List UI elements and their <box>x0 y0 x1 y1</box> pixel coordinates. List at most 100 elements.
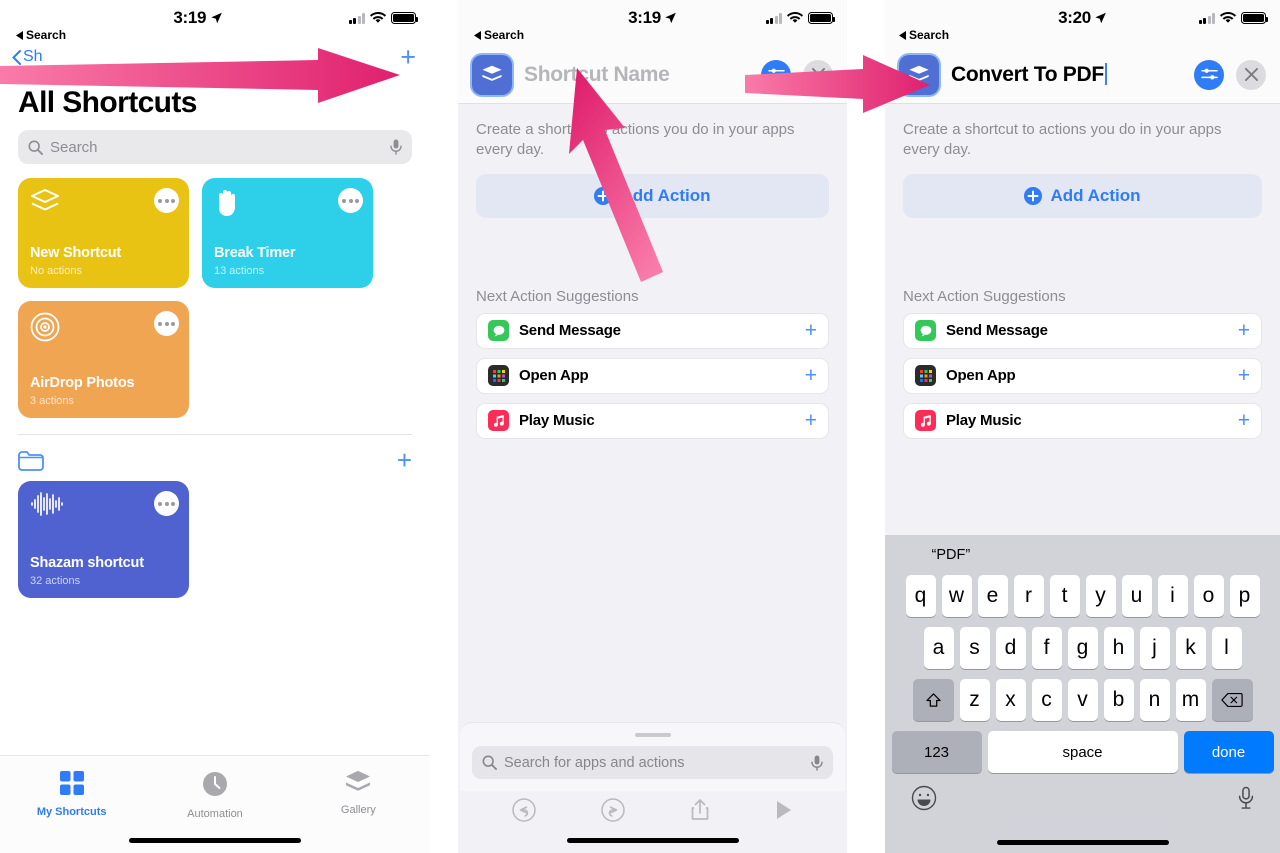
key-a[interactable]: a <box>923 627 954 669</box>
back-to-search-link[interactable]: Search <box>899 28 949 42</box>
close-x-icon[interactable] <box>1236 59 1266 90</box>
tab-bar: My Shortcuts Automation Gallery <box>0 755 430 853</box>
play-icon[interactable] <box>775 800 793 820</box>
close-x-icon[interactable] <box>803 59 833 90</box>
key-j[interactable]: j <box>1139 627 1170 669</box>
layers-stack-icon <box>346 770 371 791</box>
emoji-smiley-icon[interactable] <box>911 785 937 811</box>
shift-arrow-icon[interactable] <box>912 679 954 721</box>
key-r[interactable]: r <box>1013 575 1044 617</box>
suggestion-row[interactable]: Open App + <box>903 357 1262 394</box>
redo-icon[interactable] <box>601 798 625 822</box>
shortcut-name-value: Convert To PDF <box>951 62 1104 86</box>
card-more-button[interactable] <box>338 188 363 213</box>
shortcut-card[interactable]: Break Timer 13 actions <box>202 178 373 288</box>
page-title: All Shortcuts <box>18 86 197 119</box>
keyboard-row-1: q w e r t y u i o p <box>885 575 1280 617</box>
add-action-button[interactable]: Add Action <box>476 173 829 218</box>
backspace-icon[interactable] <box>1211 679 1253 721</box>
key-s[interactable]: s <box>959 627 990 669</box>
key-g[interactable]: g <box>1067 627 1098 669</box>
shortcut-name-input[interactable]: Convert To PDF <box>951 62 1182 87</box>
key-f[interactable]: f <box>1031 627 1062 669</box>
sliders-icon[interactable] <box>1194 59 1224 90</box>
add-shortcut-button[interactable]: + <box>400 44 416 71</box>
key-c[interactable]: c <box>1031 679 1062 721</box>
add-suggestion-button[interactable]: + <box>1238 410 1250 431</box>
key-space[interactable]: space <box>987 731 1178 773</box>
key-p[interactable]: p <box>1229 575 1260 617</box>
key-k[interactable]: k <box>1175 627 1206 669</box>
suggestion-row[interactable]: Send Message + <box>476 312 829 349</box>
card-more-button[interactable] <box>154 188 179 213</box>
keyboard-row-4: 123 space done <box>885 731 1280 773</box>
sheet-grabber[interactable] <box>634 733 671 737</box>
key-h[interactable]: h <box>1103 627 1134 669</box>
card-subtitle: No actions <box>30 265 82 277</box>
wifi-icon <box>370 12 386 23</box>
hand-raised-icon <box>219 190 235 216</box>
back-to-search-link[interactable]: Search <box>16 28 66 42</box>
search-input[interactable]: Search <box>18 130 412 164</box>
share-icon[interactable] <box>690 798 710 822</box>
key-m[interactable]: m <box>1175 679 1206 721</box>
shortcut-card[interactable]: Shazam shortcut 32 actions <box>18 481 189 598</box>
undo-icon[interactable] <box>512 798 537 822</box>
shortcut-name-input[interactable]: Shortcut Name <box>524 63 749 87</box>
card-subtitle: 13 actions <box>214 265 265 277</box>
add-suggestion-button[interactable]: + <box>1238 320 1250 341</box>
key-q[interactable]: q <box>905 575 936 617</box>
key-done[interactable]: done <box>1183 731 1274 773</box>
key-w[interactable]: w <box>941 575 972 617</box>
add-action-label: Add Action <box>620 185 711 205</box>
shortcut-card[interactable]: New Shortcut No actions <box>18 178 189 288</box>
add-suggestion-button[interactable]: + <box>805 410 817 431</box>
key-y[interactable]: y <box>1085 575 1116 617</box>
cellular-bars-icon <box>348 12 365 24</box>
back-to-search-link[interactable]: Search <box>474 28 524 42</box>
add-suggestion-button[interactable]: + <box>1238 365 1250 386</box>
tab-gallery[interactable]: Gallery <box>287 756 430 853</box>
card-more-button[interactable] <box>154 491 179 516</box>
add-folder-shortcut-button[interactable]: + <box>397 447 412 473</box>
shortcut-layers-icon[interactable] <box>472 54 512 95</box>
shortcut-card[interactable]: AirDrop Photos 3 actions <box>18 301 189 418</box>
key-i[interactable]: i <box>1157 575 1188 617</box>
key-t[interactable]: t <box>1049 575 1080 617</box>
key-v[interactable]: v <box>1067 679 1098 721</box>
key-e[interactable]: e <box>977 575 1008 617</box>
editor-header: Convert To PDF <box>885 46 1280 104</box>
key-b[interactable]: b <box>1103 679 1134 721</box>
key-z[interactable]: z <box>959 679 990 721</box>
action-search-input[interactable]: Search for apps and actions <box>472 746 833 779</box>
wifi-icon <box>787 12 803 23</box>
suggestion-row[interactable]: Play Music + <box>476 402 829 439</box>
shortcut-layers-icon[interactable] <box>899 54 939 95</box>
microphone-icon[interactable] <box>390 139 402 155</box>
folder-icon[interactable] <box>18 450 44 471</box>
suggestion-row[interactable]: Send Message + <box>903 312 1262 349</box>
key-o[interactable]: o <box>1193 575 1224 617</box>
tab-my-shortcuts[interactable]: My Shortcuts <box>0 756 143 853</box>
suggestion-row[interactable]: Play Music + <box>903 402 1262 439</box>
key-x[interactable]: x <box>995 679 1026 721</box>
microphone-icon[interactable] <box>1238 786 1254 810</box>
add-suggestion-button[interactable]: + <box>805 320 817 341</box>
microphone-icon[interactable] <box>811 755 823 771</box>
suggestions-title: Next Action Suggestions <box>903 287 1066 305</box>
add-action-button[interactable]: Add Action <box>903 173 1262 218</box>
prediction-0[interactable]: “PDF” <box>885 547 1017 563</box>
screenshot-stage: 3:19 Search Sh + All Shortcuts Search Ne… <box>0 0 1280 853</box>
key-u[interactable]: u <box>1121 575 1152 617</box>
status-indicators <box>765 12 836 24</box>
sliders-icon[interactable] <box>761 59 791 90</box>
key-n[interactable]: n <box>1139 679 1170 721</box>
suggestion-row[interactable]: Open App + <box>476 357 829 394</box>
key-d[interactable]: d <box>995 627 1026 669</box>
card-more-button[interactable] <box>154 311 179 336</box>
folder-card-grid: Shazam shortcut 32 actions <box>0 477 430 598</box>
nav-back-button[interactable]: Sh <box>12 48 43 66</box>
key-numbers[interactable]: 123 <box>891 731 982 773</box>
add-suggestion-button[interactable]: + <box>805 365 817 386</box>
key-l[interactable]: l <box>1211 627 1242 669</box>
